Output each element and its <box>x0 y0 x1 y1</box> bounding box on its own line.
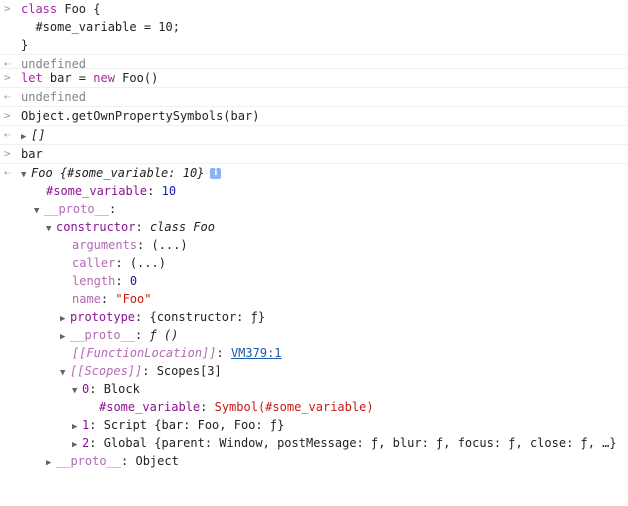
input-line[interactable]: class Foo { <box>21 0 100 18</box>
console-entry: > class Foo { #some_variable = 10; } ⇠ u… <box>0 0 628 71</box>
chevron-right-icon: > <box>4 71 11 84</box>
input-line[interactable]: bar <box>21 145 43 163</box>
prototype-node[interactable]: ▶ prototype: {constructor: ƒ} <box>60 308 265 326</box>
return-arrow-icon: ⇠ <box>4 90 11 103</box>
function-location: [[FunctionLocation]]: VM379:1 <box>72 346 282 360</box>
console-entry: > bar ⇠ ▼ Foo {#some_variable: 10} i #some… <box>0 145 628 470</box>
prop-caller[interactable]: caller: (...) <box>72 254 166 272</box>
output-array[interactable]: ▶[] <box>21 126 45 146</box>
scope-block-field: #some_variable: Symbol(#some_variable) <box>99 400 374 414</box>
object-root[interactable]: ▼ Foo {#some_variable: 10} i <box>21 164 222 184</box>
return-arrow-icon: ⇠ <box>4 128 11 141</box>
chevron-right-icon: > <box>4 109 11 122</box>
triangle-right-icon[interactable]: ▶ <box>21 128 31 146</box>
prop-arguments[interactable]: arguments: (...) <box>72 236 188 254</box>
output-value: undefined <box>21 90 87 104</box>
source-link[interactable]: VM379:1 <box>231 346 282 360</box>
input-line[interactable]: #some_variable = 10; <box>21 18 180 36</box>
console-panel: > class Foo { #some_variable = 10; } ⇠ u… <box>0 0 628 470</box>
outer-proto-node[interactable]: ▶ __proto__: Object <box>46 452 179 470</box>
return-arrow-icon: ⇠ <box>4 166 11 179</box>
scopes-node[interactable]: ▼ [[Scopes]]: Scopes[3] <box>60 362 222 380</box>
proto-node[interactable]: ▼ __proto__: <box>34 200 116 218</box>
scope-block-node[interactable]: ▼ 0: Block <box>72 380 140 398</box>
triangle-right-icon[interactable]: ▶ <box>46 454 56 472</box>
scope-global-node[interactable]: ▶ 2: Global {parent: Window, postMessage:… <box>72 434 617 452</box>
console-entry: > Object.getOwnPropertySymbols(bar) ⇠ ▶[… <box>0 107 628 145</box>
constructor-node[interactable]: ▼ constructor: class Foo <box>46 218 215 236</box>
info-icon[interactable]: i <box>210 168 222 179</box>
chevron-right-icon: > <box>4 147 11 160</box>
console-entry: > let bar = new Foo() ⇠ undefined <box>0 69 628 107</box>
own-field: #some_variable: 10 <box>46 184 177 198</box>
prop-length: length: 0 <box>72 274 138 288</box>
chevron-right-icon: > <box>4 2 11 15</box>
input-line[interactable]: Object.getOwnPropertySymbols(bar) <box>21 107 259 125</box>
scope-script-node[interactable]: ▶ 1: Script {bar: Foo, Foo: ƒ} <box>72 416 284 434</box>
input-line[interactable]: } <box>21 36 28 54</box>
input-line[interactable]: let bar = new Foo() <box>21 69 158 87</box>
inner-proto-node[interactable]: ▶ __proto__: ƒ () <box>60 326 178 344</box>
prop-name: name: "Foo" <box>72 292 152 306</box>
